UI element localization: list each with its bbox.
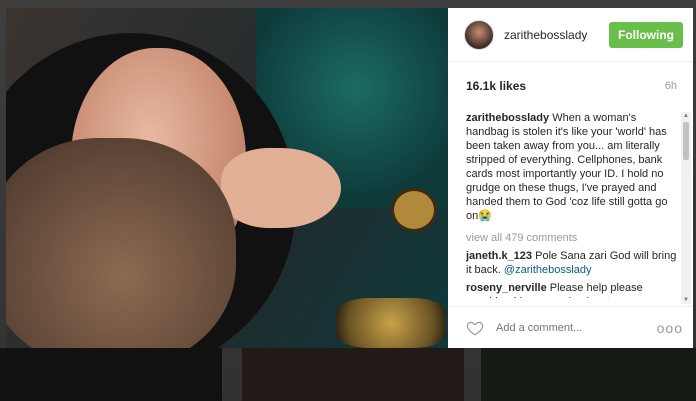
comments-scrollbar[interactable]: ▲ ▼ — [681, 112, 691, 304]
scroll-down-icon[interactable]: ▼ — [681, 296, 691, 304]
heart-outline-icon[interactable] — [466, 319, 484, 337]
list-item: roseny_nerville Please help please consi… — [466, 281, 678, 298]
following-button[interactable]: Following — [609, 21, 683, 48]
post-sidebar: zarithebosslady Following 16.1k likes 6h… — [448, 8, 693, 348]
view-all-comments-link[interactable]: view all 479 comments — [466, 231, 678, 245]
caption: zarithebosslady When a woman's handbag i… — [466, 111, 678, 223]
caption-author[interactable]: zarithebosslady — [466, 112, 549, 124]
post-footer: ooo — [448, 306, 693, 348]
username-link[interactable]: zarithebosslady — [504, 28, 609, 42]
caption-text: When a woman's handbag is stolen it's li… — [466, 112, 668, 222]
scrollbar-thumb[interactable] — [683, 122, 689, 160]
more-options-button[interactable]: ooo — [657, 320, 683, 336]
scroll-up-icon[interactable]: ▲ — [681, 112, 691, 120]
avatar[interactable] — [464, 19, 494, 50]
post-photo[interactable] — [6, 8, 448, 348]
photo-watch — [391, 188, 437, 232]
comment-author[interactable]: janeth.k_123 — [466, 250, 532, 262]
comment-author[interactable]: roseny_nerville — [466, 282, 547, 294]
add-comment-input[interactable] — [494, 320, 657, 335]
photo-embroidery — [336, 298, 446, 348]
comments-list: zarithebosslady When a woman's handbag i… — [466, 111, 678, 298]
post-modal: zarithebosslady Following 16.1k likes 6h… — [6, 8, 693, 348]
photo-hand — [221, 148, 341, 228]
post-timestamp[interactable]: 6h — [665, 80, 677, 92]
likes-count[interactable]: 16.1k likes — [466, 79, 526, 93]
comment-mention[interactable]: @zarithebosslady — [504, 264, 592, 276]
post-meta: 16.1k likes 6h — [448, 62, 693, 109]
photo-foreground-face — [6, 138, 236, 348]
list-item: janeth.k_123 Pole Sana zari God will bri… — [466, 249, 678, 277]
post-header: zarithebosslady Following — [448, 8, 693, 62]
